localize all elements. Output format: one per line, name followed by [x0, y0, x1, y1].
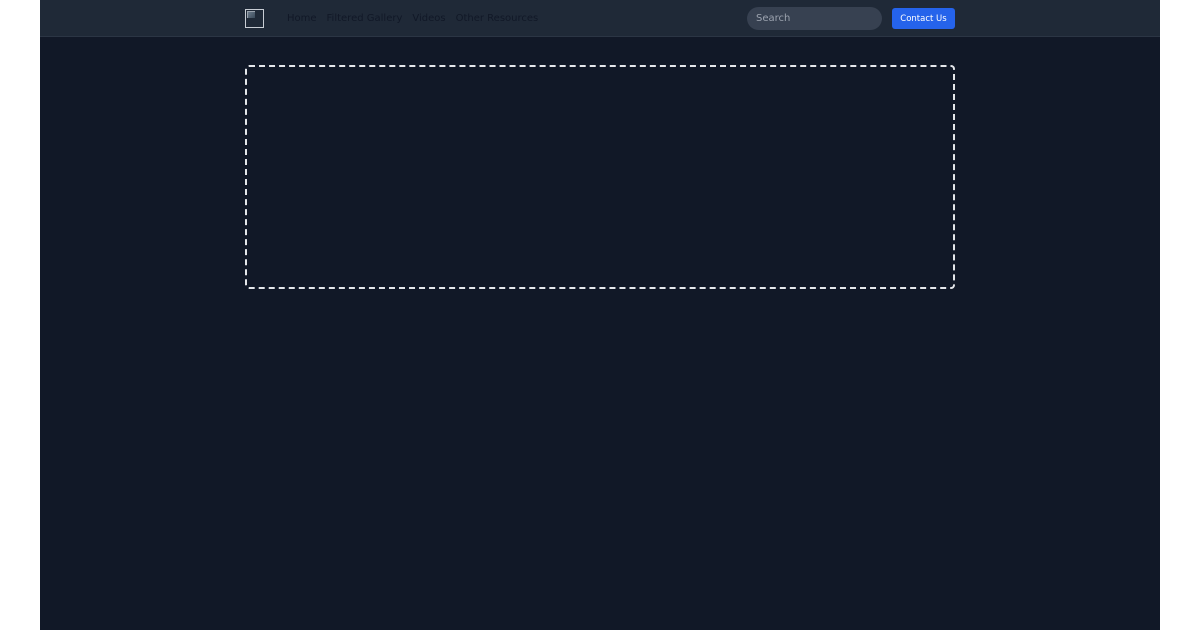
- nav-links: Home Filtered Gallery Videos Other Resou…: [287, 0, 538, 37]
- page-frame: Home Filtered Gallery Videos Other Resou…: [40, 0, 1160, 630]
- broken-image-icon: [247, 11, 255, 18]
- content-placeholder: [245, 65, 955, 289]
- nav-link-videos[interactable]: Videos: [412, 13, 445, 24]
- top-navbar: Home Filtered Gallery Videos Other Resou…: [40, 0, 1160, 37]
- logo-image[interactable]: [245, 9, 264, 28]
- nav-link-filtered-gallery[interactable]: Filtered Gallery: [327, 13, 403, 24]
- nav-link-home[interactable]: Home: [287, 13, 317, 24]
- contact-us-button[interactable]: Contact Us: [892, 8, 955, 29]
- search-input[interactable]: [747, 7, 882, 30]
- nav-link-other-resources[interactable]: Other Resources: [456, 13, 539, 24]
